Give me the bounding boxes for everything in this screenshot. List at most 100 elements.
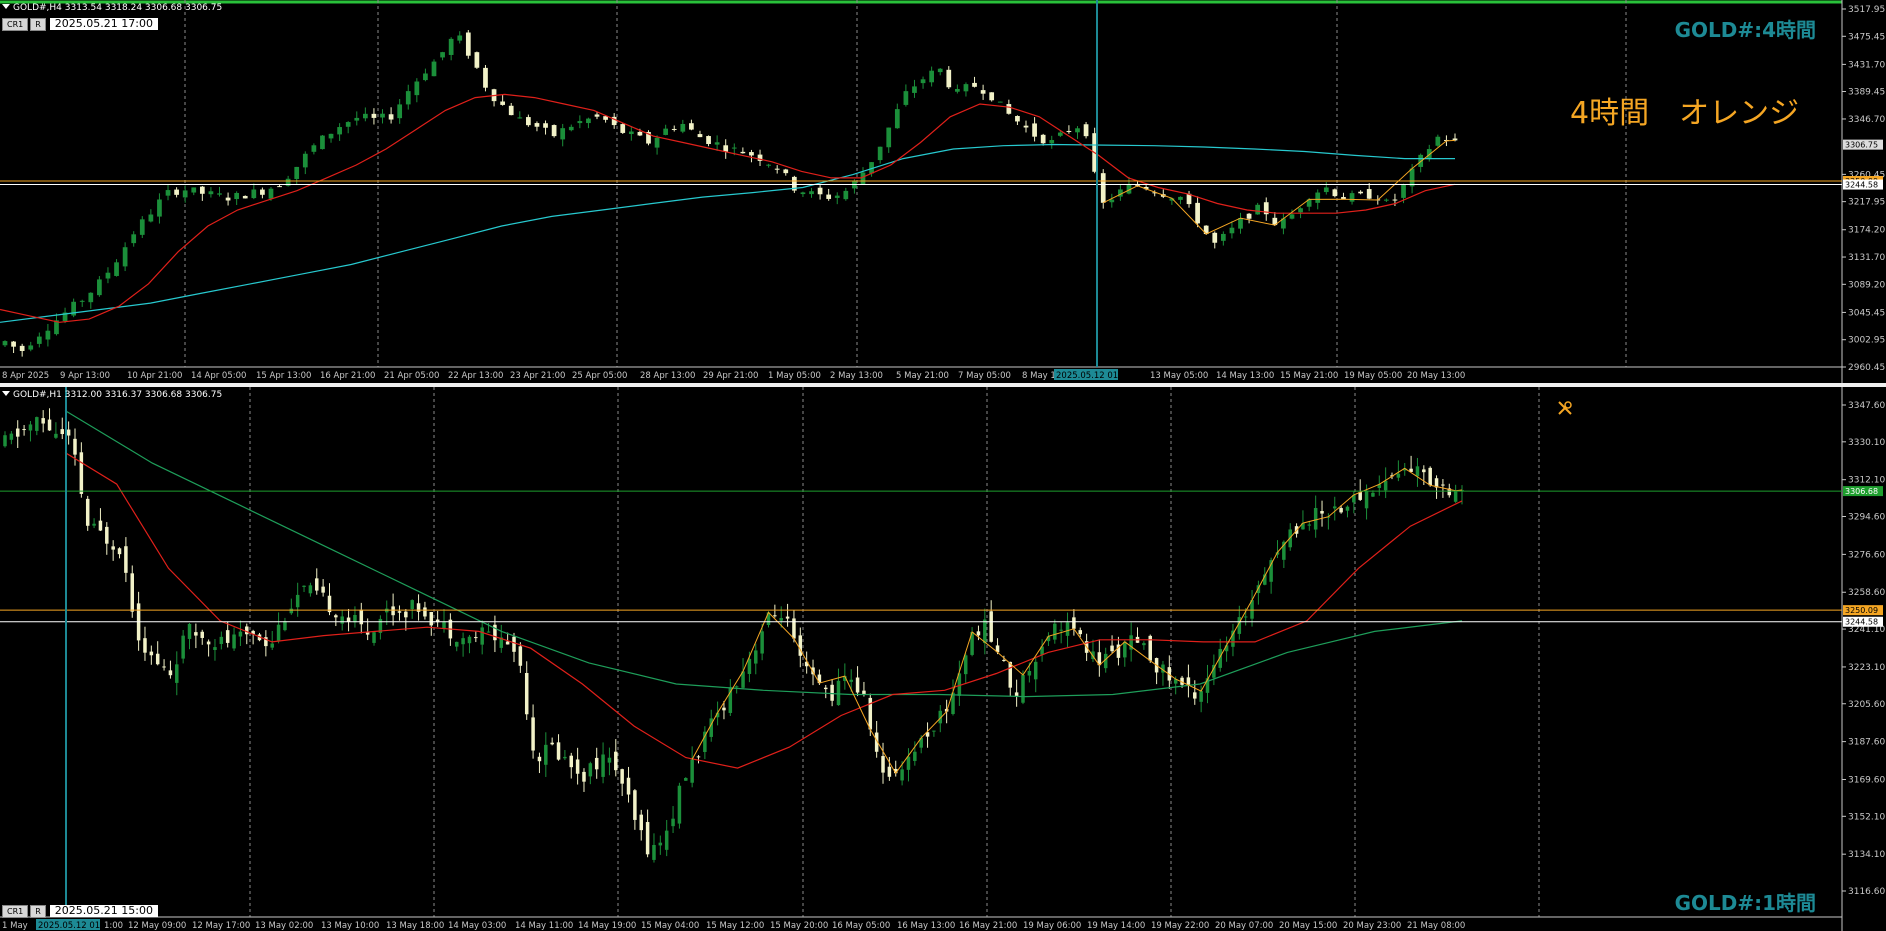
candle-body [779, 617, 783, 621]
candle-body [28, 424, 33, 431]
candle-body [174, 189, 179, 195]
time-axis-label: 12 May 17:00 [192, 921, 250, 931]
candle-body [1366, 189, 1372, 199]
candle-body [105, 272, 111, 279]
candle-body [560, 128, 566, 140]
candle-body [114, 262, 119, 276]
candle-body [1212, 232, 1218, 243]
candle-body [362, 113, 368, 119]
candle-body [1186, 677, 1191, 685]
h1-r-button[interactable]: R [30, 904, 46, 918]
candle-body [760, 631, 764, 654]
candle-body [1307, 524, 1312, 526]
h4-cr1-button[interactable]: CR1 [2, 17, 29, 31]
candle-body [1032, 123, 1037, 137]
candle-body [1193, 692, 1197, 699]
candle-body [537, 756, 542, 762]
candle-body [1002, 659, 1006, 661]
candle-body [1441, 484, 1445, 486]
candle-body [431, 61, 437, 77]
candle-body [809, 191, 814, 195]
candle-body [575, 759, 580, 774]
candle-body [294, 166, 300, 179]
candle-body [594, 757, 599, 770]
candle-body [73, 438, 77, 455]
candle-body [1384, 199, 1389, 201]
candle-body [1023, 125, 1029, 128]
hline-white-tag-label: 3244.58 [1845, 181, 1878, 190]
candle-body [1315, 192, 1321, 203]
candle-body [191, 187, 197, 193]
candle-body [200, 631, 204, 638]
h1-chart-svg[interactable]: 3347.60 3330.10 3312.10 3294.60 3276.60 3258.… [0, 387, 1886, 931]
candle-body [1033, 661, 1038, 680]
candle-body [270, 643, 274, 648]
time-axis-label: 14 Apr 05:00 [191, 371, 246, 381]
h1-timeframe-label: GOLD#:1時間 [1674, 891, 1816, 915]
price-tick-label: 3517.95 [1848, 5, 1885, 15]
price-tick-label: 3389.45 [1848, 88, 1885, 98]
candle-body [66, 429, 71, 436]
candle-body [15, 428, 20, 437]
candle-body [175, 664, 179, 683]
candle-body [723, 145, 729, 152]
dropdown-triangle-icon[interactable] [2, 4, 10, 9]
candle-body [1246, 213, 1252, 219]
candle-body [843, 190, 849, 200]
price-tick-label: 3346.70 [1848, 115, 1885, 125]
candle-body [337, 127, 342, 135]
pin-icon[interactable] [1555, 398, 1575, 418]
h4-chart-svg[interactable]: 3517.953475.453431.703389.453346.703260.… [0, 0, 1886, 383]
time-axis-label: 19 May 06:00 [1023, 921, 1081, 931]
price-tick-label: 3131.70 [1848, 253, 1885, 263]
candle-body [1049, 140, 1055, 144]
h1-chart-pane[interactable]: 3347.60 3330.10 3312.10 3294.60 3276.60 3258.… [0, 387, 1886, 931]
candle-body [588, 763, 593, 777]
candle-body [526, 117, 531, 126]
candle-body [410, 600, 414, 609]
price-tick-label: 2960.45 [1848, 363, 1885, 373]
candle-body [577, 121, 583, 124]
candle-body [963, 84, 969, 92]
zigzag-line [691, 467, 1463, 775]
candle-body [512, 636, 516, 652]
candle-body [586, 118, 591, 124]
time-axis-label: 15 Apr 13:00 [256, 371, 311, 381]
candle-body [946, 69, 952, 88]
time-axis-label: 20 May 15:00 [1279, 921, 1337, 931]
h1-cr1-button[interactable]: CR1 [2, 904, 29, 918]
price-tick-label: 3002.95 [1848, 336, 1885, 346]
candle-body [168, 670, 173, 676]
time-axis-label: 21 Apr 05:00 [384, 371, 439, 381]
candle-body [517, 117, 523, 119]
price-tick-label: 3347.60 [1848, 401, 1885, 411]
candle-body [505, 641, 510, 645]
candle-body [454, 641, 459, 647]
price-tick-label: 3134.10 [1848, 850, 1885, 860]
candle-body [199, 186, 205, 194]
h4-chart-pane[interactable]: 3517.95 3475.45 3431.70 3389.45 3346.70 3260.… [0, 0, 1886, 383]
time-axis-label: 15 May 21:00 [1280, 371, 1338, 381]
candle-body [232, 634, 236, 649]
candle-body [47, 419, 52, 431]
h4-annotation[interactable]: 4時間 オレンジ [1570, 88, 1799, 132]
candle-body [1238, 218, 1243, 229]
dropdown-triangle-icon[interactable] [2, 391, 10, 396]
candle-body [1075, 128, 1080, 133]
candle-body [1015, 116, 1020, 122]
ma-long-line [0, 143, 1455, 323]
time-axis-label: 15 May 04:00 [641, 921, 699, 931]
candle-body [414, 81, 420, 96]
candle-body [849, 679, 853, 682]
price-tick-label: 3089.20 [1848, 280, 1885, 290]
h4-r-button[interactable]: R [30, 17, 46, 31]
h1-button-row: CR1 R 2025.05.21 15:00 [2, 904, 158, 918]
h4-datetime-box: 2025.05.21 17:00 [49, 18, 158, 30]
candle-body [208, 191, 214, 195]
time-axis-label: 2025.05.12 01:00 [1056, 371, 1132, 381]
candle-body [60, 429, 65, 435]
candle-body [1298, 208, 1303, 213]
price-tick-label: 3169.60 [1848, 775, 1885, 785]
price-tick-label: 3223.10 [1848, 663, 1885, 673]
candle-body [1008, 661, 1013, 688]
